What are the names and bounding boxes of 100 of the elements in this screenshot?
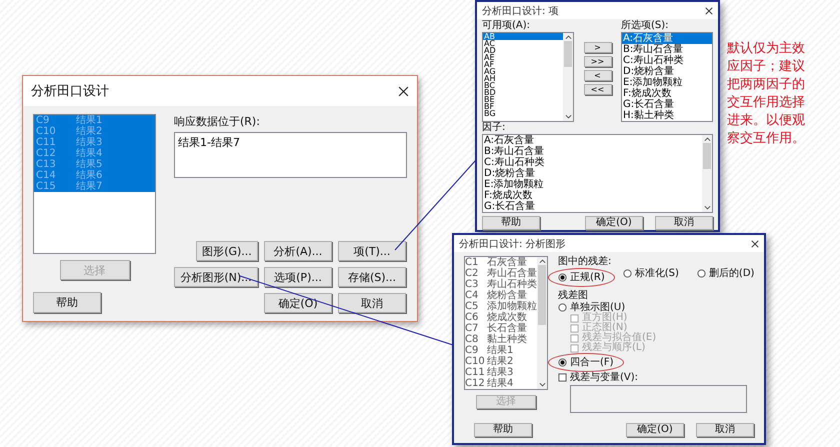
input-field[interactable] [570,385,747,413]
list-item[interactable]: AC [483,40,563,47]
list-item: C:寿山石种类 [483,157,546,168]
list-item[interactable]: C12 结果4 [465,378,537,389]
scroll-up-icon[interactable] [538,258,546,264]
radio-option[interactable]: 删后的(D) [696,268,754,279]
move-button[interactable]: << [584,84,612,95]
close-icon[interactable] [398,86,409,96]
scrollbar[interactable] [563,33,573,121]
cancel-button[interactable]: 取消 [655,216,713,230]
close-icon[interactable] [705,6,713,14]
radio-icon[interactable] [558,273,567,282]
dialog-button[interactable]: 图形(G)... [196,241,258,261]
ok-button[interactable]: 确定(O) [585,216,643,230]
list-item[interactable]: F:烧成次数 [622,88,712,99]
dialog-button[interactable]: 分析(A)... [264,241,332,261]
list-item[interactable]: BC [483,82,563,89]
scrollbar[interactable] [537,257,547,389]
list-item: F:烧成次数 [483,190,534,201]
list-item[interactable]: C2 寿山石含量 [465,268,537,279]
help-button[interactable]: 帮助 [33,292,101,313]
list-item[interactable]: AD [483,47,563,54]
radio-option[interactable]: 标准化(S) [622,268,679,279]
ok-button[interactable]: 确定(O) [626,423,684,437]
close-icon[interactable] [751,240,759,248]
field-label: 响应数据位于(R): [174,114,261,129]
list-item[interactable]: AF [483,61,563,68]
scroll-up-icon[interactable] [564,34,572,40]
dialog-button[interactable]: 选项(P)... [264,267,332,287]
dialog-button[interactable]: 存储(S)... [338,267,406,287]
move-button[interactable]: < [584,70,612,81]
term-list[interactable]: A:石灰含量 B:寿山石含量 C:寿山石种类 D:烧粉含量 E:添加物颗粒 F:烧成次数 G:长石含量 H:黏土种类 [621,32,713,122]
list-item[interactable]: H:黏土种类 [622,110,712,121]
help-button[interactable]: 帮助 [474,423,532,437]
list-item[interactable]: BG [483,110,563,117]
move-button[interactable]: > [584,42,612,53]
scroll-down-icon[interactable] [704,205,710,211]
list-item[interactable]: C4 烧粉含量 [465,290,537,301]
list-item: B:寿山石含量 [483,146,546,157]
list-item[interactable]: C9 结果1 [465,345,537,356]
list-item[interactable]: B:寿山石含量 [622,44,712,55]
list-label: 所选项(S): [621,20,670,32]
list-item[interactable]: C8 黏土种类 [465,334,537,345]
scroll-thumb[interactable] [703,143,711,169]
move-button[interactable]: >> [584,56,612,67]
dialog-button[interactable]: 项(T)... [338,241,406,261]
radio-option[interactable]: 单独示图(U) [558,302,626,313]
list-item: A:石灰含量 [483,135,534,146]
group-label: 残差图 [558,290,589,302]
list-label: 因子: [482,122,506,134]
list-item[interactable]: C10 结果2 [465,356,537,367]
list-item[interactable]: AB [483,33,563,40]
list-label: 可用项(A): [482,20,532,32]
list-item[interactable]: C1 石灰含量 [465,257,537,268]
list-item: E:添加物颗粒 [483,179,545,190]
list-item[interactable]: D:烧粉含量 [622,66,712,77]
radio-icon[interactable] [696,269,706,278]
list-item[interactable]: C5 添加物颗粒 [465,301,537,312]
group-label: 图中的残差: [558,256,612,268]
radio-icon[interactable] [558,303,567,312]
list-item[interactable]: BF [483,103,563,110]
radio-icon[interactable] [558,358,567,367]
radio-option[interactable]: 正规(R) [548,268,615,287]
window-title: 分析田口设计: 项 [482,4,560,18]
list-item[interactable]: C6 烧成次数 [465,312,537,323]
window-title: 分析田口设计 [31,83,110,100]
list-item[interactable]: A:石灰含量 [622,33,712,44]
scroll-thumb[interactable] [538,265,546,325]
list-item[interactable]: BD [483,89,563,96]
scroll-down-icon[interactable] [564,114,572,120]
scroll-up-icon[interactable] [704,136,710,142]
list-item[interactable]: BE [483,96,563,103]
cancel-button[interactable]: 取消 [338,293,406,313]
list-item[interactable]: E:添加物颗粒 [622,77,712,88]
annotation-text: 默认仅为主效应因子；建议把两两因子的交互作用选择进来。以便观察交互作用。 [727,40,806,148]
scroll-down-icon[interactable] [538,382,546,388]
dialog-button[interactable]: 分析图形(N)... [174,267,258,287]
radio-icon[interactable] [622,269,632,278]
help-button[interactable]: 帮助 [482,216,540,230]
term-list[interactable]: AB AC AD AE AF AG AH BC BD BE BF BG [482,32,574,122]
radio-option[interactable]: 四合一(F) [548,353,624,372]
list-item: G:长石含量 [483,201,536,212]
checkbox-icon[interactable] [558,373,567,382]
list-item[interactable]: C7 长石含量 [465,323,537,334]
list-item[interactable]: AH [483,75,563,82]
list-item[interactable]: G:长石含量 [622,99,712,110]
scrollbar[interactable] [702,135,712,212]
list-item[interactable]: AE [483,54,563,61]
list-item[interactable]: AG [483,68,563,75]
checkbox-option[interactable]: 残差与变量(V): [558,372,638,383]
list-item[interactable]: C11 结果3 [465,367,537,378]
list-item: D:烧粉含量 [483,168,536,179]
list-item[interactable]: C3 寿山石种类 [465,279,537,290]
input-field[interactable]: 结果1-结果7 [174,132,407,178]
column-list[interactable]: C1 石灰含量 C2 寿山石含量 C3 寿山石种类 C4 烧粉含量 C5 添加物颗粒 C6 烧成次数 C7 长石含量 C8 黏土种类 C9 结果1 C10 结果2 C11 结果3 C12 结果4 [464,256,548,390]
scroll-thumb[interactable] [564,41,572,67]
ok-button[interactable]: 确定(O) [264,293,332,313]
window-title: 分析田口设计: 分析图形 [459,238,567,250]
list-item[interactable]: C:寿山石种类 [622,55,712,66]
cancel-button[interactable]: 取消 [696,423,754,437]
